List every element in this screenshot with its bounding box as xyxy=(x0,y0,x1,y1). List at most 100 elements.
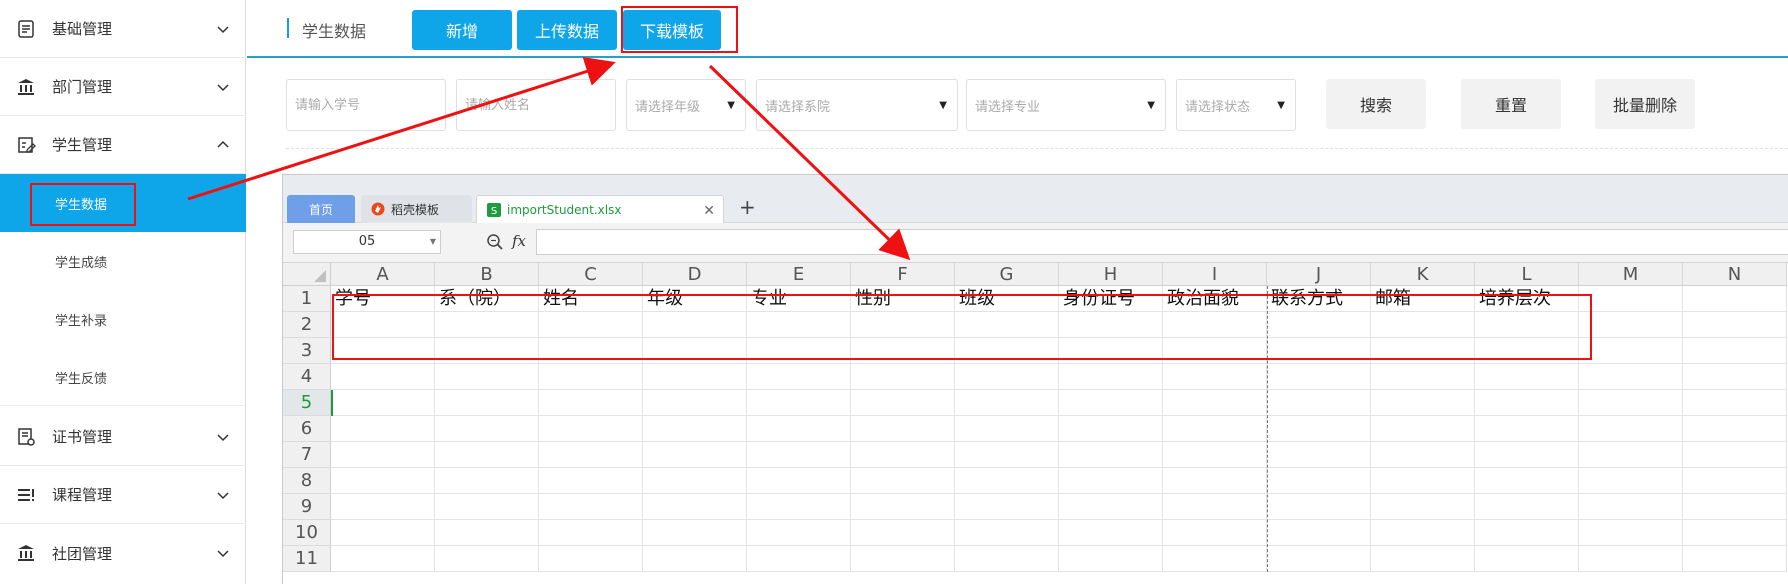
cell-f6[interactable] xyxy=(851,416,955,442)
cell-l2[interactable] xyxy=(1475,312,1579,338)
fx-icon[interactable]: fx xyxy=(512,232,526,250)
row-header-1[interactable]: 1 xyxy=(283,286,331,312)
cell-e2[interactable] xyxy=(747,312,851,338)
cell-h2[interactable] xyxy=(1059,312,1163,338)
cell-f1[interactable]: 性别 xyxy=(851,286,955,312)
cell-e6[interactable] xyxy=(747,416,851,442)
cell-c1[interactable]: 姓名 xyxy=(539,286,643,312)
cell-e5[interactable] xyxy=(747,390,851,416)
cell-l1[interactable]: 培养层次 xyxy=(1475,286,1579,312)
cell-h4[interactable] xyxy=(1059,364,1163,390)
cell-b1[interactable]: 系（院） xyxy=(435,286,539,312)
cell-e9[interactable] xyxy=(747,494,851,520)
cell-c10[interactable] xyxy=(539,520,643,546)
cell-l10[interactable] xyxy=(1475,520,1579,546)
cell-l6[interactable] xyxy=(1475,416,1579,442)
cell-j3[interactable] xyxy=(1267,338,1371,364)
cell-j10[interactable] xyxy=(1267,520,1371,546)
cell-i10[interactable] xyxy=(1163,520,1267,546)
cell-e4[interactable] xyxy=(747,364,851,390)
cell-k8[interactable] xyxy=(1371,468,1475,494)
cell-k7[interactable] xyxy=(1371,442,1475,468)
cell-n3[interactable] xyxy=(1683,338,1787,364)
column-header-a[interactable]: A xyxy=(331,263,435,286)
cell-f7[interactable] xyxy=(851,442,955,468)
cell-k10[interactable] xyxy=(1371,520,1475,546)
cell-m1[interactable] xyxy=(1579,286,1683,312)
cell-f9[interactable] xyxy=(851,494,955,520)
sidebar-subitem-student-feedback[interactable]: 学生反馈 xyxy=(0,348,246,406)
batch-delete-button[interactable]: 批量删除 xyxy=(1595,79,1695,129)
cell-m3[interactable] xyxy=(1579,338,1683,364)
column-header-h[interactable]: H xyxy=(1059,263,1163,286)
cell-a8[interactable] xyxy=(331,468,435,494)
column-header-c[interactable]: C xyxy=(539,263,643,286)
search-button[interactable]: 搜索 xyxy=(1326,79,1426,129)
cell-h5[interactable] xyxy=(1059,390,1163,416)
cell-e3[interactable] xyxy=(747,338,851,364)
cell-a1[interactable]: 学号 xyxy=(331,286,435,312)
name-input[interactable] xyxy=(456,79,616,131)
cell-k6[interactable] xyxy=(1371,416,1475,442)
cell-a4[interactable] xyxy=(331,364,435,390)
row-header-10[interactable]: 10 xyxy=(283,520,331,546)
cell-a2[interactable] xyxy=(331,312,435,338)
column-header-b[interactable]: B xyxy=(435,263,539,286)
cell-d11[interactable] xyxy=(643,546,747,572)
cell-m4[interactable] xyxy=(1579,364,1683,390)
cell-n5[interactable] xyxy=(1683,390,1787,416)
cell-b4[interactable] xyxy=(435,364,539,390)
cell-a6[interactable] xyxy=(331,416,435,442)
cell-l7[interactable] xyxy=(1475,442,1579,468)
cell-f5[interactable] xyxy=(851,390,955,416)
cell-l8[interactable] xyxy=(1475,468,1579,494)
cell-f8[interactable] xyxy=(851,468,955,494)
cell-g4[interactable] xyxy=(955,364,1059,390)
column-header-f[interactable]: F xyxy=(851,263,955,286)
row-header-4[interactable]: 4 xyxy=(283,364,331,390)
column-header-k[interactable]: K xyxy=(1371,263,1475,286)
cell-i5[interactable] xyxy=(1163,390,1267,416)
cell-i11[interactable] xyxy=(1163,546,1267,572)
cell-d6[interactable] xyxy=(643,416,747,442)
tab-docer-templates[interactable]: 稻壳模板 xyxy=(361,195,472,223)
select-all-corner[interactable] xyxy=(283,263,331,286)
cell-a10[interactable] xyxy=(331,520,435,546)
cell-h11[interactable] xyxy=(1059,546,1163,572)
cell-l5[interactable] xyxy=(1475,390,1579,416)
name-box[interactable]: 05 ▼ xyxy=(293,230,441,254)
cell-j11[interactable] xyxy=(1267,546,1371,572)
cell-b7[interactable] xyxy=(435,442,539,468)
column-header-e[interactable]: E xyxy=(747,263,851,286)
college-select[interactable]: 请选择系院 ▼ xyxy=(756,79,958,131)
cell-b10[interactable] xyxy=(435,520,539,546)
cell-h6[interactable] xyxy=(1059,416,1163,442)
cell-h10[interactable] xyxy=(1059,520,1163,546)
cell-h1[interactable]: 身份证号 xyxy=(1059,286,1163,312)
cell-k9[interactable] xyxy=(1371,494,1475,520)
sidebar-item-courses[interactable]: 课程管理 xyxy=(0,466,246,524)
cell-a7[interactable] xyxy=(331,442,435,468)
student-id-input[interactable] xyxy=(286,79,446,131)
cell-b6[interactable] xyxy=(435,416,539,442)
cell-a9[interactable] xyxy=(331,494,435,520)
cell-j9[interactable] xyxy=(1267,494,1371,520)
status-select[interactable]: 请选择状态 ▼ xyxy=(1176,79,1296,131)
tab-import-file[interactable]: S importStudent.xlsx ✕ xyxy=(476,195,724,223)
cell-f11[interactable] xyxy=(851,546,955,572)
cell-f2[interactable] xyxy=(851,312,955,338)
row-header-3[interactable]: 3 xyxy=(283,338,331,364)
cell-m9[interactable] xyxy=(1579,494,1683,520)
cell-a5[interactable] xyxy=(331,390,435,416)
cell-b2[interactable] xyxy=(435,312,539,338)
cell-l11[interactable] xyxy=(1475,546,1579,572)
column-header-i[interactable]: I xyxy=(1163,263,1267,286)
cell-n8[interactable] xyxy=(1683,468,1787,494)
cell-e7[interactable] xyxy=(747,442,851,468)
column-header-l[interactable]: L xyxy=(1475,263,1579,286)
cell-n2[interactable] xyxy=(1683,312,1787,338)
cell-b9[interactable] xyxy=(435,494,539,520)
cell-c6[interactable] xyxy=(539,416,643,442)
cell-i1[interactable]: 政治面貌 xyxy=(1163,286,1267,312)
major-select[interactable]: 请选择专业 ▼ xyxy=(966,79,1166,131)
